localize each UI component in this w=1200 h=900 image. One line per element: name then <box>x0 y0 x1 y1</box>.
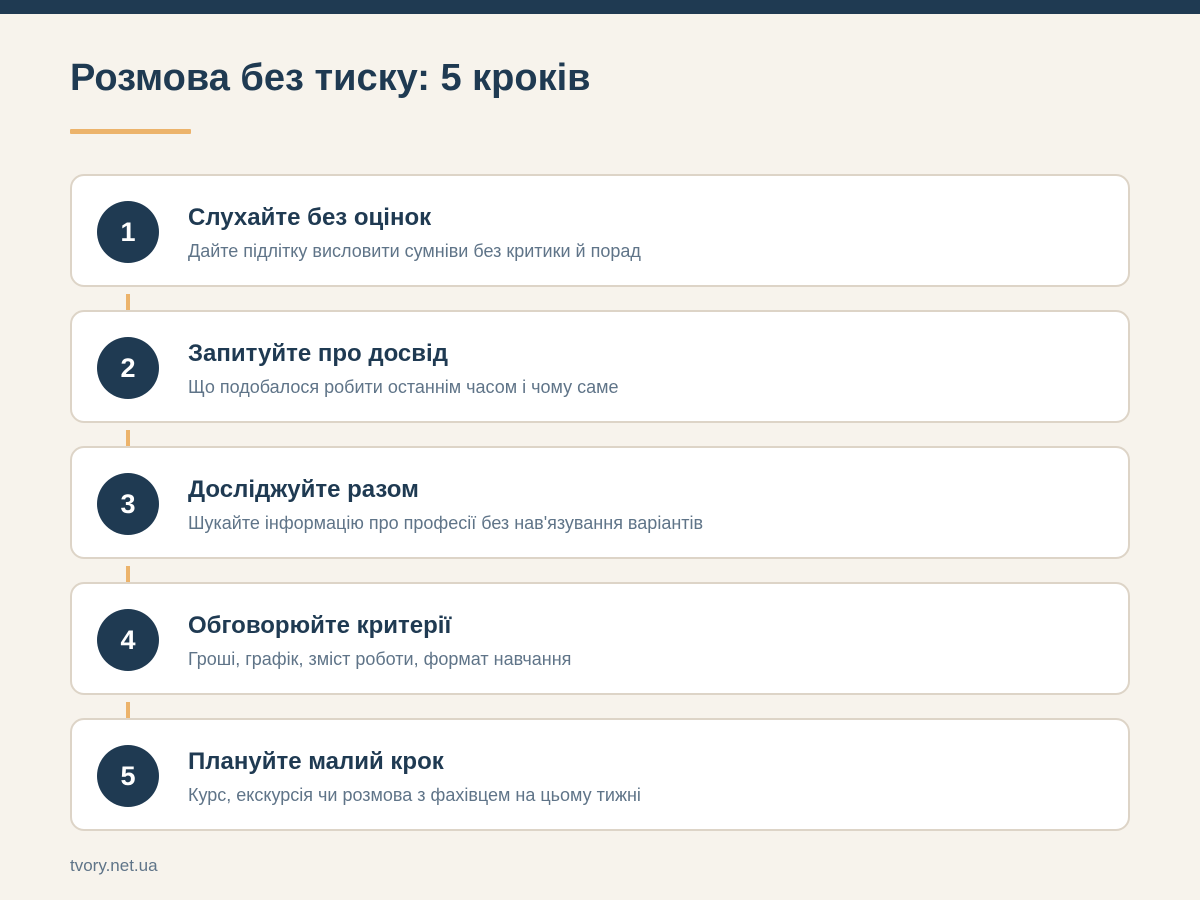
step-description: Що подобалося робити останнім часом і чо… <box>188 377 619 397</box>
step-title: Слухайте без оцінок <box>188 204 432 231</box>
step-number-badge: 5 <box>97 745 159 807</box>
step-title: Досліджуйте разом <box>188 476 419 503</box>
step-number-badge: 2 <box>97 337 159 399</box>
step-card-4: 4 Обговорюйте критерії Гроші, графік, зм… <box>70 582 1130 719</box>
step-title: Плануйте малий крок <box>188 748 444 775</box>
step-connector <box>126 566 130 583</box>
step-card-5: 5 Плануйте малий крок Курс, екскурсія чи… <box>70 718 1130 831</box>
page-title: Розмова без тиску: 5 кроків <box>70 57 591 99</box>
title-accent-line <box>70 129 191 134</box>
steps-list: 1 Слухайте без оцінок Дайте підлітку вис… <box>70 174 1130 831</box>
step-connector <box>126 430 130 447</box>
step-connector <box>126 294 130 311</box>
step-description: Шукайте інформацію про професії без нав'… <box>188 513 704 533</box>
step-description: Гроші, графік, зміст роботи, формат навч… <box>188 649 572 669</box>
step-card-2: 2 Запитуйте про досвід Що подобалося роб… <box>70 310 1130 447</box>
step-description: Курс, екскурсія чи розмова з фахівцем на… <box>188 785 641 805</box>
footer-source: tvory.net.ua <box>70 856 158 875</box>
step-card-3: 3 Досліджуйте разом Шукайте інформацію п… <box>70 446 1130 583</box>
step-number-badge: 1 <box>97 201 159 263</box>
step-title: Запитуйте про досвід <box>188 340 448 367</box>
step-card-1: 1 Слухайте без оцінок Дайте підлітку вис… <box>70 174 1130 311</box>
step-title: Обговорюйте критерії <box>188 612 452 639</box>
step-number-badge: 4 <box>97 609 159 671</box>
step-description: Дайте підлітку висловити сумніви без кри… <box>188 241 641 261</box>
step-number-badge: 3 <box>97 473 159 535</box>
step-connector <box>126 702 130 719</box>
top-bar <box>0 0 1200 14</box>
